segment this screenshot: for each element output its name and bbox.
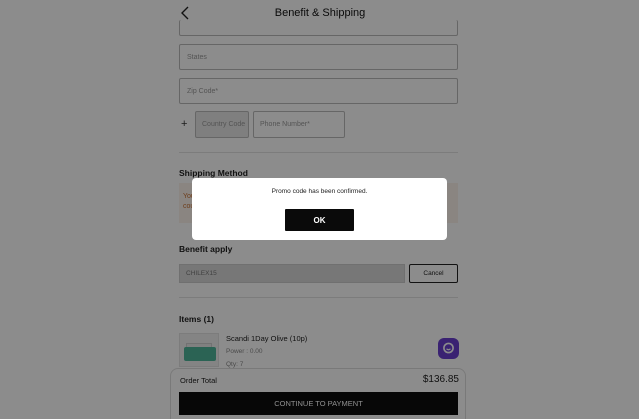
dialog-message: Promo code has been confirmed. bbox=[271, 188, 368, 195]
ok-button[interactable]: OK bbox=[285, 209, 354, 231]
promo-confirm-dialog: Promo code has been confirmed. OK bbox=[192, 178, 447, 240]
